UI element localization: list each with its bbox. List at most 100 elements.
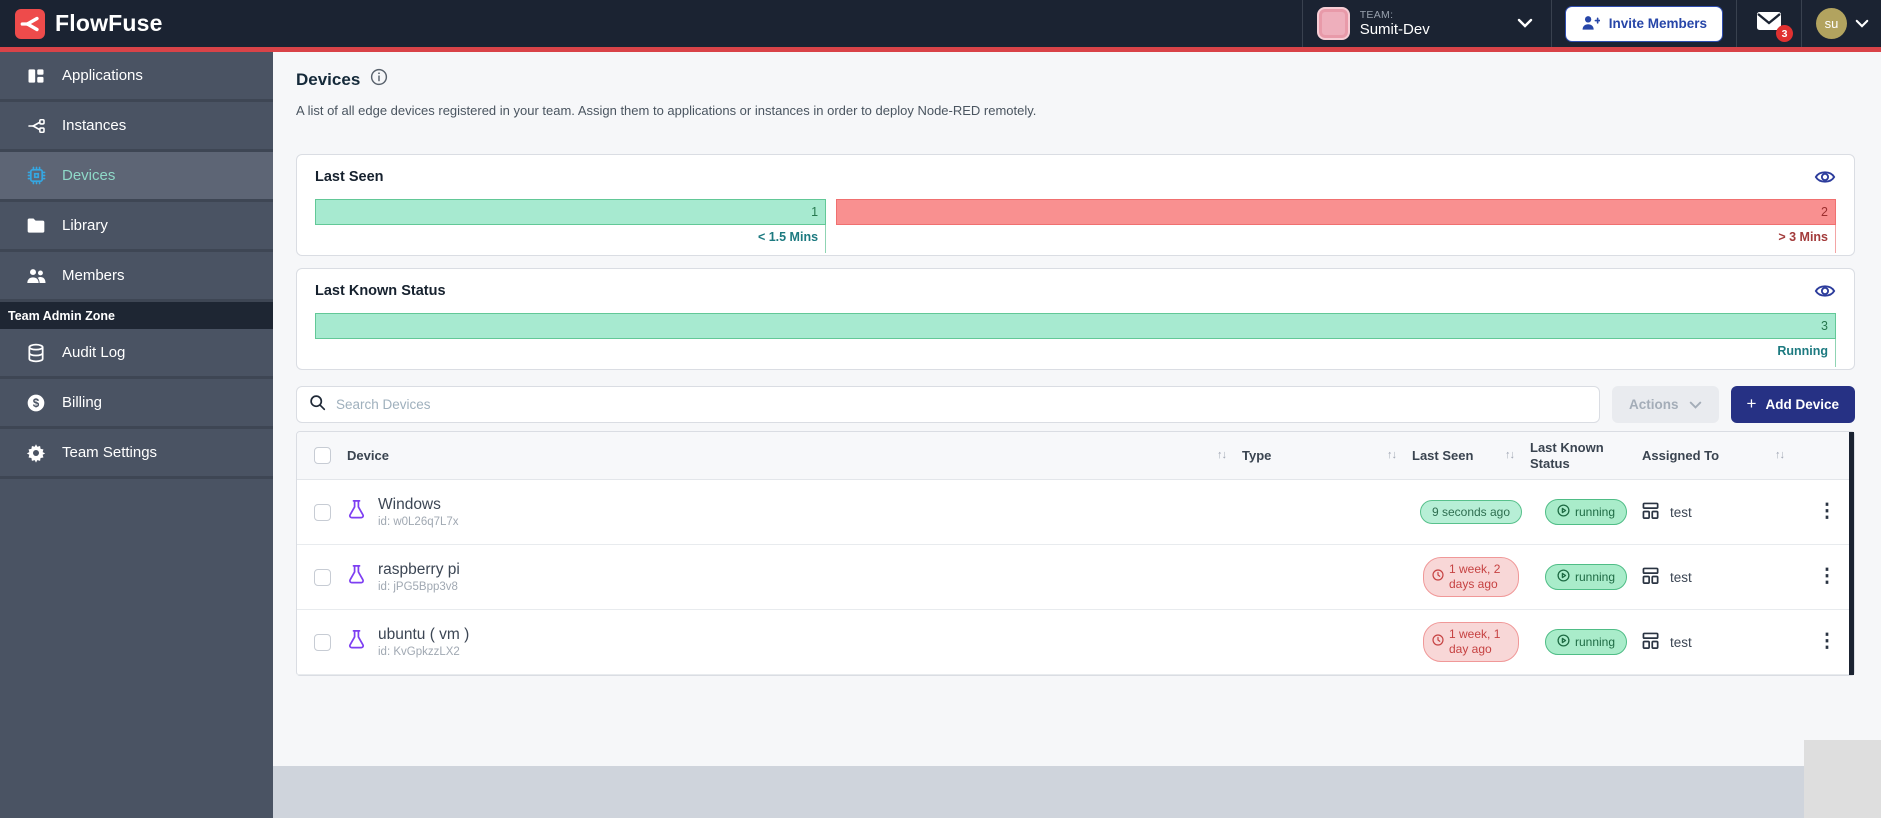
sidebar-item-instances[interactable]: Instances (0, 102, 273, 152)
device-id: id: jPG5Bpp3v8 (378, 580, 458, 593)
column-header-last-seen: Last Seen (1412, 447, 1474, 463)
page-title: Devices (296, 69, 361, 89)
last-seen-text: 1 week, 1 day ago (1449, 627, 1501, 656)
sidebar-item-label: Members (62, 267, 125, 284)
clock-icon (1432, 569, 1444, 585)
horizontal-scrollbar-track[interactable] (273, 766, 1804, 818)
last-seen-badge: 1 week, 2 days ago (1423, 557, 1519, 597)
sidebar-item-audit-log[interactable]: Audit Log (0, 329, 273, 379)
team-name: Sumit-Dev (1359, 20, 1430, 38)
clock-icon (1432, 634, 1444, 650)
chevron-down-icon (1689, 397, 1702, 412)
sort-icon[interactable]: ↑↓ (1775, 449, 1785, 462)
sidebar-item-library[interactable]: Library (0, 202, 273, 252)
billing-dollar-icon: $ (25, 393, 47, 413)
vertical-scrollbar[interactable] (1849, 432, 1854, 675)
bar-label-lt15: < 1.5 Mins (315, 225, 827, 253)
row-checkbox[interactable] (313, 633, 331, 651)
device-name: Windows (378, 496, 441, 514)
flowfuse-logo[interactable]: FlowFuse (0, 8, 163, 39)
last-known-status-card: Last Known Status 3 Running (296, 268, 1855, 370)
device-name: ubuntu ( vm ) (378, 626, 470, 644)
table-row[interactable]: raspberry pi id: jPG5Bpp3v8 1 week, 2 da… (297, 545, 1854, 610)
sidebar-item-members[interactable]: Members (0, 252, 273, 302)
bar-value: 3 (1821, 319, 1828, 333)
last-seen-badge: 1 week, 1 day ago (1423, 622, 1519, 662)
library-folder-icon (25, 217, 47, 235)
kebab-menu-icon[interactable]: ⋮ (1800, 502, 1854, 521)
play-circle-icon (1557, 569, 1570, 585)
last-seen-text: 1 week, 2 days ago (1449, 562, 1501, 591)
sidebar-item-team-settings[interactable]: Team Settings (0, 429, 273, 479)
last-seen-card-title: Last Seen (315, 169, 384, 185)
assigned-to-name[interactable]: test (1670, 570, 1692, 585)
sidebar-item-billing[interactable]: $ Billing (0, 379, 273, 429)
sidebar-item-label: Library (62, 217, 108, 234)
logo-wordmark: FlowFuse (55, 10, 163, 36)
status-bar-running: 3 (315, 313, 1836, 339)
sort-icon[interactable]: ↑↓ (1217, 449, 1227, 462)
plus-icon: + (1746, 394, 1757, 413)
sidebar-item-label: Applications (62, 67, 143, 84)
column-header-device: Device (347, 447, 389, 463)
device-flask-icon (347, 629, 366, 655)
sort-icon[interactable]: ↑↓ (1387, 449, 1397, 462)
sidebar-item-label: Billing (62, 394, 103, 411)
invite-members-label: Invite Members (1608, 16, 1707, 31)
status-text: running (1574, 570, 1616, 584)
notifications-button[interactable]: 3 (1737, 0, 1801, 47)
top-navbar: FlowFuse TEAM: Sumit-Dev Invite Members … (0, 0, 1881, 47)
table-row[interactable]: Windows id: w0L26q7L7x 9 seconds ago run… (297, 480, 1854, 545)
device-flask-icon (347, 499, 366, 525)
last-seen-card: Last Seen 1 < 1.5 Mins 2 > 3 Mins (296, 154, 1855, 256)
search-input[interactable] (336, 397, 1588, 412)
add-device-label: Add Device (1765, 397, 1839, 412)
play-circle-icon (1557, 634, 1570, 650)
team-selector[interactable]: TEAM: Sumit-Dev (1303, 0, 1551, 47)
sidebar-item-devices[interactable]: Devices (0, 152, 273, 202)
last-seen-bar-lt15: 1 (315, 199, 827, 225)
team-label: TEAM: (1359, 8, 1394, 21)
bar-label-gt3: > 3 Mins (836, 225, 1836, 253)
device-id: id: KvGpkzzLX2 (378, 645, 460, 658)
search-icon (309, 394, 326, 416)
team-avatar (1316, 7, 1350, 40)
row-checkbox[interactable] (313, 568, 331, 586)
table-row[interactable]: ubuntu ( vm ) id: KvGpkzzLX2 1 week, 1 d… (297, 610, 1854, 675)
sort-icon[interactable]: ↑↓ (1505, 449, 1515, 462)
last-known-status-bar-chart: 3 Running (315, 313, 1836, 367)
user-menu[interactable]: su (1802, 0, 1881, 47)
brand-accent-line (0, 47, 1881, 52)
add-device-button[interactable]: + Add Device (1730, 386, 1855, 423)
person-plus-icon (1581, 14, 1601, 34)
status-badge: running (1544, 629, 1628, 655)
status-text: running (1574, 635, 1616, 649)
flowfuse-logo-icon (15, 8, 45, 39)
assigned-to-name[interactable]: test (1670, 505, 1692, 520)
main-content: Devices A list of all edge devices regis… (273, 52, 1881, 818)
eye-icon[interactable] (1814, 282, 1836, 300)
row-checkbox[interactable] (313, 503, 331, 521)
instances-icon (25, 116, 47, 136)
status-text: running (1574, 505, 1616, 519)
page-description: A list of all edge devices registered in… (296, 103, 1037, 118)
device-flask-icon (347, 564, 366, 590)
select-all-checkbox[interactable] (313, 447, 331, 464)
assigned-to-name[interactable]: test (1670, 635, 1692, 650)
kebab-menu-icon[interactable]: ⋮ (1800, 632, 1854, 651)
kebab-menu-icon[interactable]: ⋮ (1800, 567, 1854, 586)
applications-icon (25, 66, 47, 86)
info-icon[interactable] (370, 68, 388, 91)
actions-button[interactable]: Actions (1612, 386, 1719, 423)
avatar: su (1816, 8, 1847, 39)
gear-icon (25, 443, 47, 463)
column-header-type: Type (1242, 447, 1272, 463)
invite-members-button[interactable]: Invite Members (1564, 5, 1723, 42)
bar-label-running: Running (315, 339, 1836, 367)
eye-icon[interactable] (1814, 168, 1836, 186)
audit-log-icon (25, 343, 47, 363)
column-header-assigned-to: Assigned To (1642, 447, 1720, 463)
sidebar-item-label: Team Settings (62, 444, 158, 461)
sidebar-item-applications[interactable]: Applications (0, 52, 273, 102)
chevron-down-icon (1855, 15, 1869, 33)
